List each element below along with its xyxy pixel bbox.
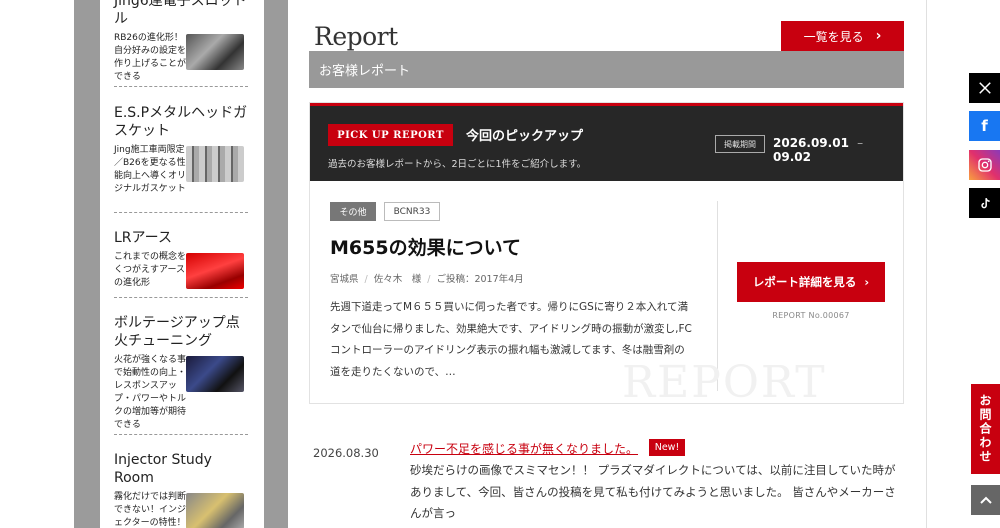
- report-detail-button[interactable]: レポート詳細を見る ›: [737, 262, 885, 302]
- meta-date: ご投稿：2017年4月: [436, 274, 524, 285]
- period-separator: –: [857, 136, 864, 150]
- meta-prefecture: 宮城県: [330, 274, 359, 285]
- new-badge: New!: [649, 439, 685, 456]
- sidebar-item-title: Jing6連電子スロットル: [114, 0, 247, 27]
- page-title: Report: [314, 22, 398, 51]
- report-number: REPORT No.00067: [772, 311, 850, 320]
- period-start: 2026.09.01: [773, 136, 849, 150]
- chevron-up-icon: [979, 496, 992, 504]
- category-bar: お客様レポート: [309, 51, 904, 88]
- sidebar-item-desc: RB26の進化形！自分好みの設定を作り上げることができる: [114, 33, 187, 82]
- sidebar-item-lr-earth[interactable]: LRアース これまでの概念をくつがえすアースの進化形: [114, 229, 248, 290]
- category-tag[interactable]: その他: [330, 202, 376, 221]
- x-icon: [978, 82, 991, 94]
- report-watermark: REPORT: [622, 357, 827, 404]
- content-edge: [926, 0, 927, 528]
- sidebar-item-title: E.S.Pメタルヘッドガスケット: [114, 105, 248, 139]
- sidebar-item-desc: 霧化だけでは判断できない！インジェクターの特性！: [114, 492, 187, 528]
- facebook-icon: f: [981, 117, 988, 135]
- sidebar-item-injector[interactable]: Injector Study Room 霧化だけでは判断できない！インジェクター…: [114, 451, 248, 528]
- sidebar: Jing6連電子スロットル RB26の進化形！自分好みの設定を作り上げることがで…: [100, 0, 264, 528]
- tiktok-icon: [980, 197, 990, 208]
- chevron-right-icon: ›: [875, 28, 882, 44]
- sidebar-item-throttle[interactable]: Jing6連電子スロットル RB26の進化形！自分好みの設定を作り上げることがで…: [114, 0, 248, 84]
- pickup-subtitle: 過去のお客様レポートから、2日ごとに1件をご紹介します。: [328, 159, 587, 170]
- car-model-tag[interactable]: BCNR33: [384, 202, 440, 221]
- pickup-body: その他 BCNR33 M655の効果について 宮城県 / 佐々木 様 / ご投稿：201…: [310, 181, 903, 404]
- contact-button[interactable]: お問合わせ: [971, 384, 1000, 474]
- instagram-button[interactable]: [969, 150, 1000, 180]
- entry-meta: 宮城県 / 佐々木 様 / ご投稿：2017年4月: [330, 274, 524, 285]
- pickup-header: PICK UP REPORT 今回のピックアップ 過去のお客様レポートから、2日…: [310, 103, 903, 181]
- sidebar-item-desc: これまでの概念をくつがえすアースの進化形: [114, 252, 187, 288]
- sidebar-item-title: Injector Study Room: [114, 452, 212, 486]
- lr-earth-thumbnail[interactable]: [186, 253, 244, 289]
- list-item-date: 2026.08.30: [313, 446, 379, 460]
- period-end: 09.02: [773, 150, 811, 164]
- pickup-badge: PICK UP REPORT: [328, 124, 453, 146]
- x-share-button[interactable]: [969, 73, 1000, 103]
- report-detail-label: レポート詳細を見る: [752, 275, 857, 289]
- pickup-card: PICK UP REPORT 今回のピックアップ 過去のお客様レポートから、2日…: [309, 102, 904, 404]
- chevron-right-icon: ›: [864, 275, 870, 289]
- instagram-icon: [977, 158, 992, 172]
- gasket-thumbnail[interactable]: [186, 146, 244, 182]
- sidebar-item-ignition[interactable]: ボルテージアップ点火チューニング 火花が強くなる事で始動性の向上・レスポンスアッ…: [114, 314, 248, 432]
- facebook-share-button[interactable]: f: [969, 111, 1000, 141]
- tiktok-button[interactable]: [969, 188, 1000, 218]
- meta-author: 佐々木 様: [373, 274, 422, 285]
- page-top-button[interactable]: [971, 485, 1000, 515]
- sidebar-divider: [114, 297, 248, 298]
- sidebar-divider: [114, 212, 248, 213]
- sidebar-item-desc: Jing施工車両限定／B26を更なる性能向上へ導くオリジナルガスケット: [114, 145, 187, 194]
- view-all-button[interactable]: 一覧を見る ›: [781, 21, 904, 51]
- sidebar-divider: [114, 434, 248, 435]
- period-dates: 2026.09.01 – 09.02: [773, 136, 903, 164]
- list-item-excerpt: 砂埃だらけの画像でスミマセン！！ プラズマダイレクトについては、以前に注目してい…: [410, 463, 896, 520]
- sidebar-item-title: ボルテージアップ点火チューニング: [114, 315, 240, 349]
- entry-title[interactable]: M655の効果について: [330, 233, 521, 260]
- sidebar-item-title: LRアース: [114, 230, 172, 246]
- view-all-label: 一覧を見る: [803, 29, 864, 44]
- ignition-thumbnail[interactable]: [186, 356, 244, 392]
- period-label: 掲載期間: [715, 135, 765, 153]
- throttle-thumbnail[interactable]: [186, 34, 244, 70]
- injector-thumbnail[interactable]: [186, 493, 244, 528]
- sidebar-item-desc: 火花が強くなる事で始動性の向上・レスポンスアップ・パワーやトルクの増加等が期待で…: [114, 355, 187, 430]
- sidebar-divider: [114, 86, 248, 87]
- pickup-title: 今回のピックアップ: [466, 129, 584, 144]
- sidebar-item-gasket[interactable]: E.S.Pメタルヘッドガスケット Jing施工車両限定／B26を更なる性能向上へ…: [114, 104, 248, 196]
- list-item-title-link[interactable]: パワー不足を感じる事が無くなりました。: [410, 440, 638, 457]
